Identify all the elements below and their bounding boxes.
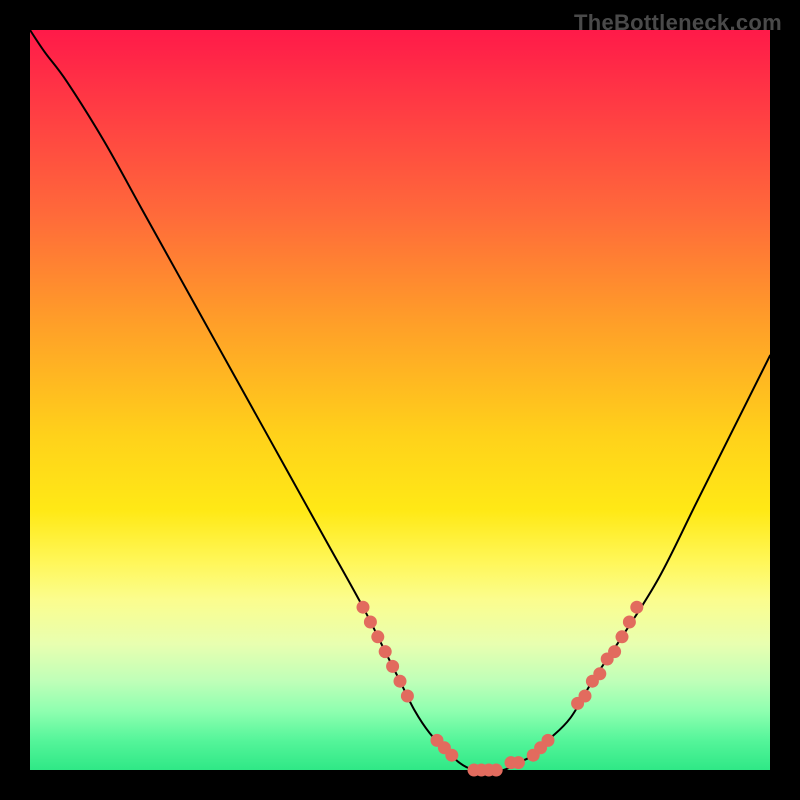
chart-stage: TheBottleneck.com (0, 0, 800, 800)
plot-area (30, 30, 770, 770)
watermark-label: TheBottleneck.com (574, 10, 782, 36)
